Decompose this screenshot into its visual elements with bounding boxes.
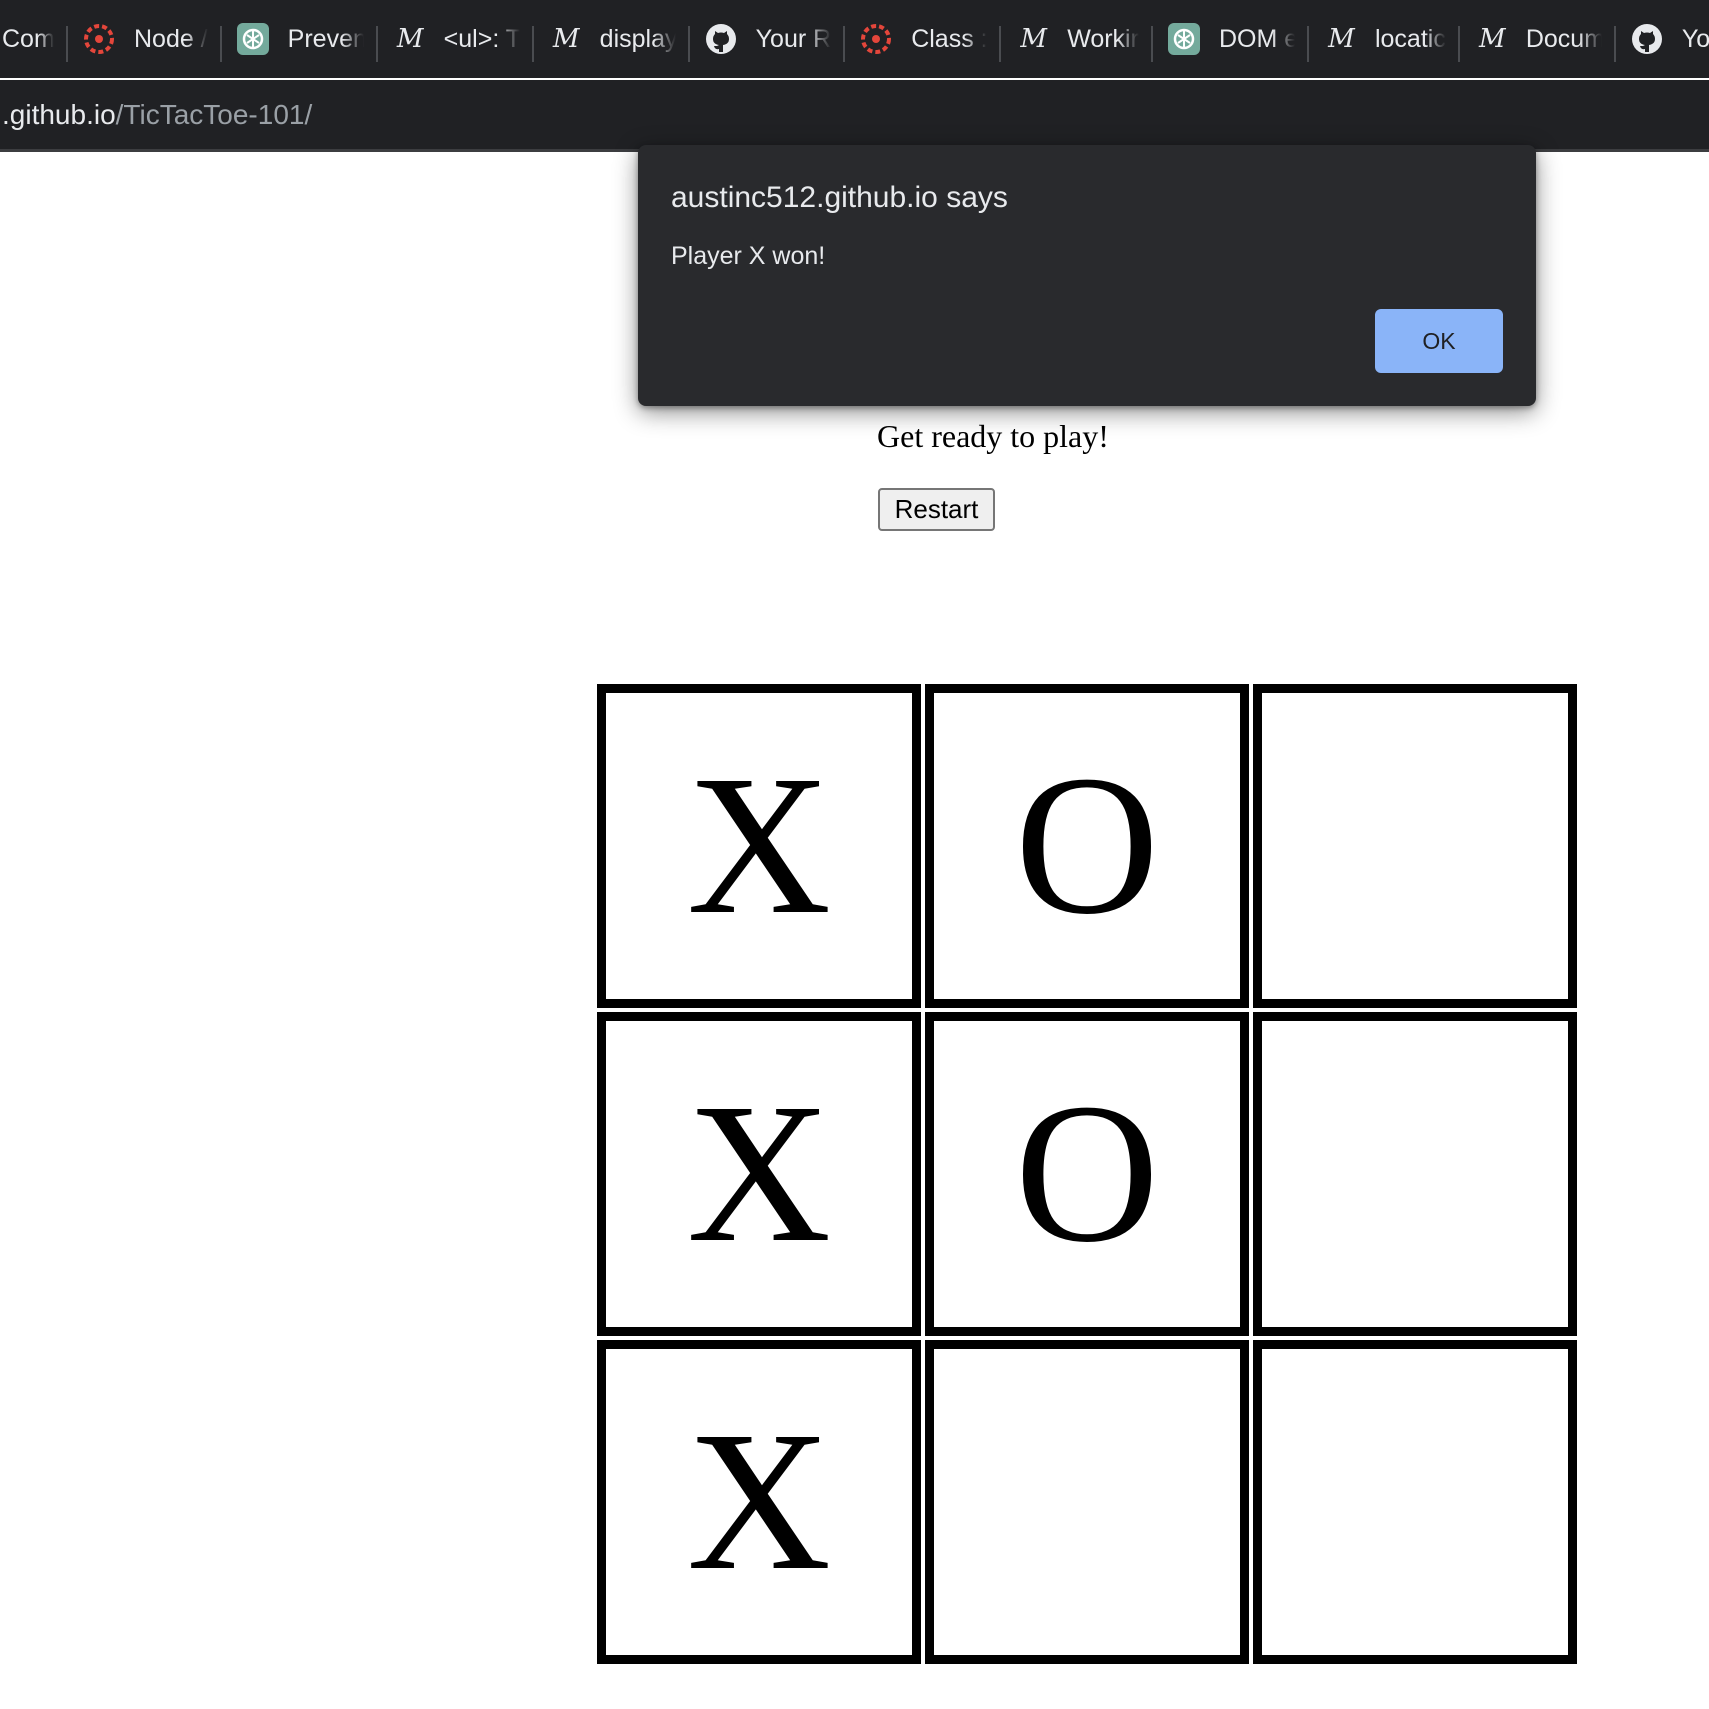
bookmark-5[interactable]: Your R: [690, 0, 846, 78]
board-cell-1-1[interactable]: O: [925, 1012, 1249, 1336]
mdn-icon: M: [1479, 24, 1506, 54]
bookmark-label: Docum: [1525, 24, 1602, 53]
bookmark-label: display: [599, 24, 676, 53]
bookmark-11[interactable]: Your: [1616, 0, 1709, 78]
bookmark-9[interactable]: M locatic: [1309, 0, 1460, 78]
bookmark-label: Workir: [1067, 24, 1139, 53]
bookmark-7[interactable]: M Workir: [1001, 0, 1153, 78]
chatgpt-icon: [236, 22, 270, 56]
mdn-icon: M: [552, 24, 580, 54]
canvas-icon: [859, 22, 893, 56]
board-cell-0-1[interactable]: O: [925, 684, 1249, 1008]
board-cell-2-2[interactable]: [1253, 1340, 1577, 1664]
url-path: /TicTacToe-101/: [115, 98, 313, 130]
bookmark-label: Class :: [911, 24, 988, 53]
alert-dialog: austinc512.github.io says Player X won! …: [638, 145, 1536, 406]
bookmark-label: Node /: [134, 24, 208, 53]
bookmark-3[interactable]: M <ul>: T: [378, 0, 534, 78]
address-bar[interactable]: .github.io/TicTacToe-101/: [0, 80, 1709, 152]
github-icon: [704, 22, 738, 56]
alert-title: austinc512.github.io says: [671, 181, 1008, 214]
bookmark-0[interactable]: Com: [0, 0, 68, 78]
url-host: .github.io: [2, 98, 116, 130]
chatgpt-icon: [1167, 22, 1201, 56]
bookmark-8[interactable]: DOM e: [1153, 0, 1309, 78]
bookmark-label: <ul>: T: [443, 24, 520, 53]
bookmark-10[interactable]: M Docum: [1460, 0, 1616, 78]
bookmark-4[interactable]: M display: [534, 0, 690, 78]
board-cell-0-2[interactable]: [1253, 684, 1577, 1008]
game-status-text: Get ready to play!: [877, 418, 1109, 454]
ok-button[interactable]: OK: [1375, 309, 1503, 373]
bookmark-label: Com: [2, 24, 54, 53]
bookmark-label: Your R: [755, 24, 832, 53]
alert-message: Player X won!: [671, 242, 826, 270]
bookmark-label: Your: [1681, 24, 1709, 53]
bookmarks-bar: Com Node / Preven M <ul>: T M display Yo…: [0, 0, 1709, 78]
board-cell-1-2[interactable]: [1253, 1012, 1577, 1336]
bookmark-label: DOM e: [1218, 24, 1295, 53]
mdn-icon: M: [1020, 24, 1047, 54]
bookmark-1[interactable]: Node /: [68, 0, 222, 78]
github-icon: [1630, 22, 1664, 56]
bookmark-2[interactable]: Preven: [222, 0, 378, 78]
bookmark-label: locatic: [1374, 24, 1446, 53]
restart-button[interactable]: Restart: [878, 488, 995, 531]
board-cell-0-0[interactable]: X: [597, 684, 921, 1008]
bookmark-label: Preven: [287, 24, 364, 53]
canvas-icon: [82, 22, 116, 56]
board-cell-1-0[interactable]: X: [597, 1012, 921, 1336]
bookmark-6[interactable]: Class :: [845, 0, 1002, 78]
mdn-icon: M: [1328, 24, 1355, 54]
board-cell-2-0[interactable]: X: [597, 1340, 921, 1664]
game-board: X O X O X: [597, 684, 1577, 1664]
mdn-icon: M: [396, 24, 424, 54]
board-cell-2-1[interactable]: [925, 1340, 1249, 1664]
